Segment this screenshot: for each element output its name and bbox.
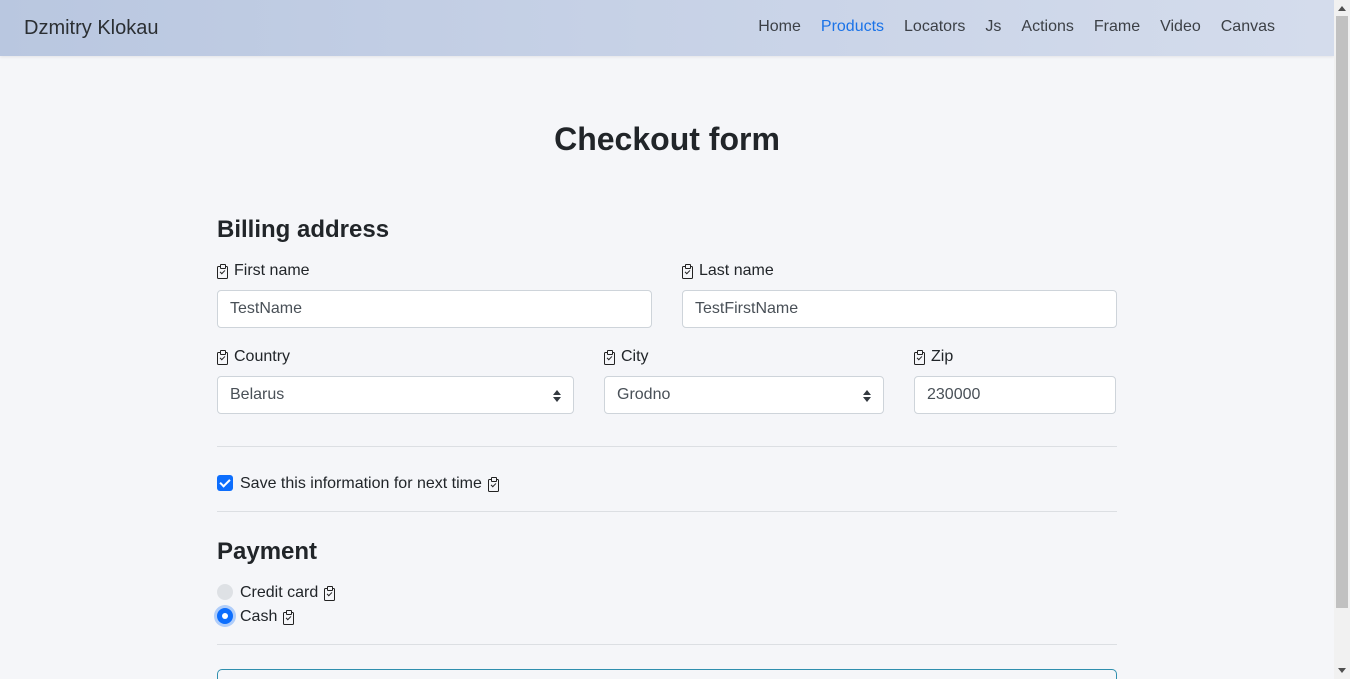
first-name-value: TestName	[230, 300, 303, 317]
country-select[interactable]: Belarus	[217, 376, 574, 414]
nav-link-home[interactable]: Home	[748, 18, 811, 36]
clipboard-check-icon	[914, 349, 925, 365]
last-name-value: TestFirstName	[695, 300, 799, 317]
select-arrows-icon	[863, 390, 871, 402]
clipboard-check-icon	[283, 609, 295, 625]
clipboard-check-icon	[682, 263, 693, 279]
scrollbar-thumb[interactable]	[1336, 16, 1348, 608]
divider	[217, 446, 1117, 447]
nav-link-actions[interactable]: Actions	[1011, 18, 1083, 36]
nav-link-frame[interactable]: Frame	[1084, 18, 1150, 36]
nav-link-js[interactable]: Js	[975, 18, 1011, 36]
last-name-label-text: Last name	[699, 262, 774, 279]
city-label: City	[604, 348, 649, 366]
divider	[217, 644, 1117, 645]
country-label: Country	[217, 348, 290, 366]
country-selected-value: Belarus	[230, 386, 285, 403]
page-scrollbar[interactable]	[1334, 0, 1350, 679]
city-selected-value: Grodno	[617, 386, 671, 403]
first-name-label: First name	[217, 262, 310, 280]
divider	[217, 511, 1117, 512]
cash-label-text: Cash	[240, 608, 278, 625]
save-info-checkbox[interactable]	[217, 475, 233, 491]
cash-radio[interactable]	[217, 608, 233, 624]
brand-name[interactable]: Dzmitry Klokau	[24, 17, 158, 40]
clipboard-check-icon	[217, 349, 228, 365]
nav-link-video[interactable]: Video	[1150, 18, 1211, 36]
clipboard-check-icon	[604, 349, 615, 365]
credit-card-label-text: Credit card	[240, 584, 319, 601]
first-name-label-text: First name	[234, 262, 310, 279]
first-name-input[interactable]: TestName	[217, 290, 652, 328]
top-navbar: Dzmitry Klokau Home Products Locators Js…	[0, 0, 1334, 56]
city-label-text: City	[621, 348, 649, 365]
nav-links: Home Products Locators Js Actions Frame …	[748, 18, 1285, 36]
billing-address-heading: Billing address	[217, 216, 390, 243]
nav-link-canvas[interactable]: Canvas	[1211, 18, 1285, 36]
credit-card-label[interactable]: Credit card	[240, 584, 336, 602]
clipboard-check-icon	[217, 263, 228, 279]
country-label-text: Country	[234, 348, 291, 365]
next-section-box	[217, 669, 1117, 679]
zip-label-text: Zip	[931, 348, 954, 365]
last-name-label: Last name	[682, 262, 774, 280]
city-select[interactable]: Grodno	[604, 376, 884, 414]
select-arrows-icon	[553, 390, 561, 402]
clipboard-check-icon	[487, 476, 499, 492]
last-name-input[interactable]: TestFirstName	[682, 290, 1117, 328]
save-info-label-text: Save this information for next time	[240, 475, 482, 492]
page-title: Checkout form	[554, 121, 780, 157]
scroll-up-arrow-icon[interactable]	[1338, 6, 1346, 11]
save-info-label[interactable]: Save this information for next time	[240, 475, 499, 493]
payment-heading: Payment	[217, 538, 318, 565]
zip-input[interactable]: 230000	[914, 376, 1116, 414]
scroll-down-arrow-icon[interactable]	[1338, 668, 1346, 673]
zip-label: Zip	[914, 348, 953, 366]
zip-value: 230000	[927, 386, 981, 403]
clipboard-check-icon	[324, 585, 336, 601]
nav-link-products[interactable]: Products	[811, 18, 894, 36]
credit-card-radio[interactable]	[217, 584, 233, 600]
nav-link-locators[interactable]: Locators	[894, 18, 975, 36]
cash-label[interactable]: Cash	[240, 608, 295, 626]
